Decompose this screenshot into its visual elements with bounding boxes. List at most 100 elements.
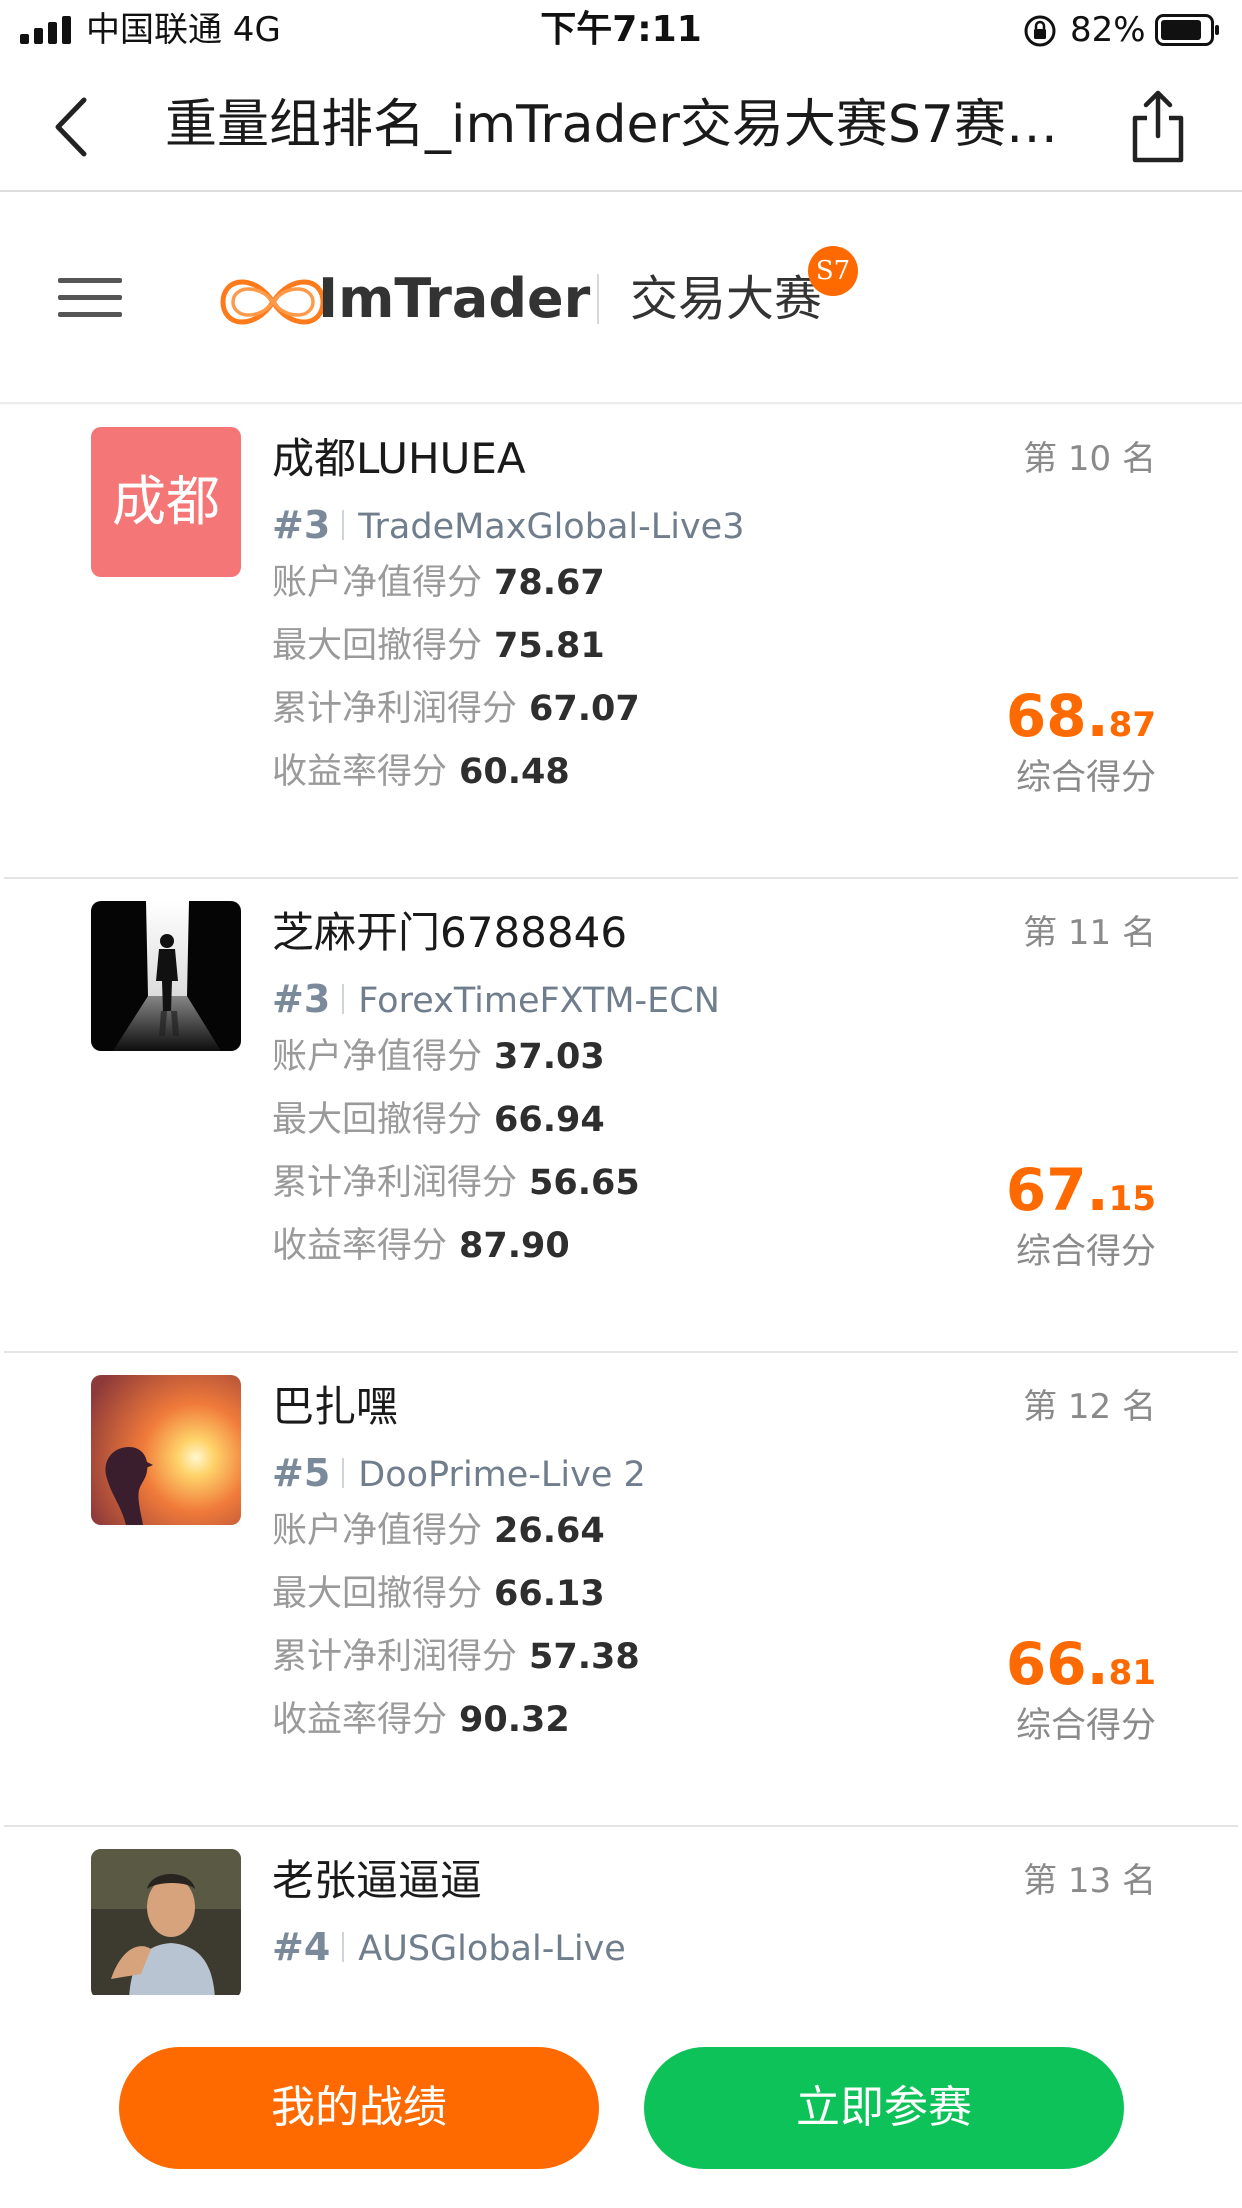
score-label: 收益率得分 <box>272 1700 448 1740</box>
server-info: #3 ForexTimeFXTM-ECN <box>272 971 720 1027</box>
score-row: 累计净利润得分 67.07 <box>272 683 640 735</box>
score-value: 67.07 <box>529 689 640 729</box>
score-row: 最大回撤得分 66.13 <box>272 1568 605 1620</box>
contest-title: 交易大赛 <box>630 271 823 327</box>
score-label: 累计净利润得分 <box>272 689 518 729</box>
trader-card[interactable]: 巴扎嘿 第 12 名 #5 DooPrime-Live 2 账户净值得分 26.64… <box>4 1353 1238 1828</box>
ranking-list[interactable]: 成都 成都LUHUEA 第 10 名 #3 TradeMaxGlobal-Live… <box>0 405 1242 1995</box>
total-score-decimal: 87 <box>1108 705 1156 745</box>
avatar-text: 成都 <box>91 427 241 577</box>
server-info: #4 AUSGlobal-Live <box>272 1919 626 1975</box>
score-value: 57.38 <box>529 1637 640 1677</box>
score-value: 66.94 <box>494 1100 605 1140</box>
server-info: #5 DooPrime-Live 2 <box>272 1445 646 1501</box>
server-name: AUSGlobal-Live <box>358 1929 626 1969</box>
app-header: ImTrader 交易大赛 S7 <box>0 192 1242 404</box>
divider <box>342 984 345 1014</box>
total-score-value: 68.87 <box>1006 685 1156 756</box>
divider <box>342 1932 345 1962</box>
chevron-left-icon[interactable] <box>40 92 110 162</box>
brand-divider <box>597 274 599 324</box>
total-score-int: 68. <box>1005 682 1109 750</box>
score-value: 78.67 <box>494 563 605 603</box>
battery-icon <box>1155 14 1219 46</box>
avatar[interactable]: 成都 <box>91 427 241 577</box>
status-bar: 中国联通 4G 下午7:11 82% <box>0 0 1242 62</box>
score-label: 账户净值得分 <box>272 1511 483 1551</box>
score-row: 累计净利润得分 57.38 <box>272 1631 640 1683</box>
join-now-button[interactable]: 立即参赛 <box>644 2047 1124 2169</box>
trader-name[interactable]: 老张逼逼逼 <box>272 1853 482 1909</box>
my-records-button[interactable]: 我的战绩 <box>119 2047 599 2169</box>
score-label: 收益率得分 <box>272 752 448 792</box>
orientation-lock-icon <box>1024 15 1056 47</box>
score-row: 累计净利润得分 56.65 <box>272 1157 640 1209</box>
score-label: 累计净利润得分 <box>272 1163 518 1203</box>
score-row: 收益率得分 90.32 <box>272 1694 570 1746</box>
trader-name[interactable]: 巴扎嘿 <box>272 1379 398 1435</box>
score-value: 90.32 <box>459 1700 570 1740</box>
score-label: 最大回撤得分 <box>272 1574 483 1614</box>
menu-icon[interactable] <box>58 274 122 322</box>
server-name: DooPrime-Live 2 <box>358 1455 646 1495</box>
rank-label: 第 12 名 <box>1023 1387 1156 1427</box>
total-score-label: 综合得分 <box>1015 758 1156 798</box>
score-value: 66.13 <box>494 1574 605 1614</box>
nav-bar: 重量组排名_imTrader交易大赛S7赛… <box>0 62 1242 192</box>
trader-card[interactable]: 老张逼逼逼 第 13 名 #4 AUSGlobal-Live <box>4 1827 1238 1995</box>
divider <box>342 510 345 540</box>
trader-card[interactable]: 成都 成都LUHUEA 第 10 名 #3 TradeMaxGlobal-Live… <box>4 405 1238 880</box>
total-score-value: 67.15 <box>1006 1159 1156 1230</box>
battery-percent: 82% <box>1070 10 1146 50</box>
score-value: 75.81 <box>494 626 605 666</box>
trader-name[interactable]: 芝麻开门6788846 <box>272 905 627 961</box>
server-info: #3 TradeMaxGlobal-Live3 <box>272 497 744 553</box>
total-score-decimal: 81 <box>1108 1653 1156 1693</box>
score-row: 收益率得分 87.90 <box>272 1220 570 1272</box>
score-row: 收益率得分 60.48 <box>272 746 570 798</box>
rank-label: 第 13 名 <box>1023 1861 1156 1901</box>
score-label: 账户净值得分 <box>272 563 483 603</box>
score-value: 60.48 <box>459 752 570 792</box>
server-number: #5 <box>272 1451 331 1495</box>
imtrader-logo-icon <box>220 279 326 325</box>
avatar-image <box>91 1375 241 1525</box>
total-score: 66.81 综合得分 <box>1006 1633 1156 1748</box>
server-name: ForexTimeFXTM-ECN <box>358 981 720 1021</box>
score-row: 账户净值得分 26.64 <box>272 1505 605 1557</box>
score-label: 最大回撤得分 <box>272 1100 483 1140</box>
server-number: #3 <box>272 977 331 1021</box>
score-value: 26.64 <box>494 1511 605 1551</box>
score-value: 37.03 <box>494 1037 605 1077</box>
total-score: 67.15 综合得分 <box>1006 1159 1156 1274</box>
app-screen: 中国联通 4G 下午7:11 82% 重量组排名_imTrader交易大赛S7赛… <box>0 0 1242 2208</box>
avatar[interactable] <box>91 1375 241 1525</box>
total-score-label: 综合得分 <box>1015 1706 1156 1746</box>
avatar[interactable] <box>91 901 241 1051</box>
page-title: 重量组排名_imTrader交易大赛S7赛… <box>165 95 1058 155</box>
avatar-image <box>91 1849 241 1995</box>
score-label: 账户净值得分 <box>272 1037 483 1077</box>
trader-card[interactable]: 芝麻开门6788846 第 11 名 #3 ForexTimeFXTM-ECN 账… <box>4 879 1238 1354</box>
trader-name[interactable]: 成都LUHUEA <box>272 431 526 487</box>
score-row: 账户净值得分 37.03 <box>272 1031 605 1083</box>
brand-name: ImTrader <box>318 267 591 330</box>
total-score: 68.87 综合得分 <box>1006 685 1156 800</box>
score-value: 56.65 <box>529 1163 640 1203</box>
rank-label: 第 10 名 <box>1023 439 1156 479</box>
score-value: 87.90 <box>459 1226 570 1266</box>
server-name: TradeMaxGlobal-Live3 <box>358 507 745 547</box>
season-badge: S7 <box>808 246 858 296</box>
score-label: 收益率得分 <box>272 1226 448 1266</box>
total-score-decimal: 15 <box>1108 1179 1156 1219</box>
score-label: 最大回撤得分 <box>272 626 483 666</box>
score-row: 最大回撤得分 75.81 <box>272 620 605 672</box>
total-score-int: 66. <box>1005 1630 1109 1698</box>
avatar[interactable] <box>91 1849 241 1995</box>
share-icon[interactable] <box>1125 90 1191 164</box>
bottom-action-bar: 我的战绩 立即参赛 <box>0 1995 1242 2208</box>
total-score-label: 综合得分 <box>1015 1232 1156 1272</box>
server-number: #4 <box>272 1925 331 1969</box>
server-number: #3 <box>272 503 331 547</box>
score-row: 最大回撤得分 66.94 <box>272 1094 605 1146</box>
